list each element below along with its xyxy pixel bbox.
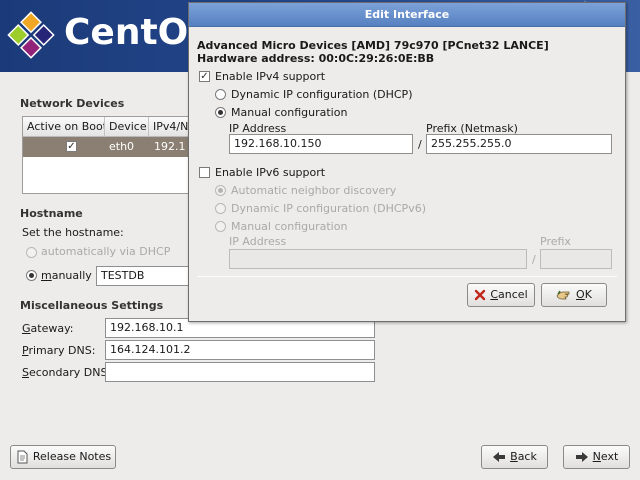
edit-interface-dialog: Edit Interface Advanced Micro Devices [A… bbox=[188, 2, 626, 322]
hostname-title: Hostname bbox=[20, 207, 83, 220]
dialog-title: Edit Interface bbox=[189, 3, 625, 27]
cancel-label: Cancel bbox=[490, 288, 528, 301]
table-row[interactable]: ✓ eth0 192.1 bbox=[23, 137, 191, 157]
enable-ipv6-label: Enable IPv6 support bbox=[215, 166, 326, 179]
ok-hand-icon bbox=[556, 290, 570, 300]
next-label: Next bbox=[592, 450, 619, 463]
cancel-button[interactable]: Cancel bbox=[467, 283, 535, 307]
ipv6-manual-radio[interactable] bbox=[215, 221, 226, 232]
next-button[interactable]: Next bbox=[563, 445, 630, 469]
ipv6-slash: / bbox=[532, 253, 536, 266]
ipv6-prefix-label: Prefix bbox=[540, 235, 571, 248]
ipv6-auto-label: Automatic neighbor discovery bbox=[231, 184, 397, 197]
document-icon bbox=[17, 450, 28, 464]
ipv6-auto-radio[interactable] bbox=[215, 185, 226, 196]
ipv4-dhcp-label: Dynamic IP configuration (DHCP) bbox=[231, 88, 413, 101]
ipv4-manual-radio[interactable] bbox=[215, 107, 226, 118]
gateway-label: Gateway: bbox=[22, 322, 74, 335]
ipv6-prefix-input[interactable] bbox=[540, 249, 612, 269]
ipv6-ip-input[interactable] bbox=[229, 249, 527, 269]
column-header-ipv4[interactable]: IPv4/N bbox=[149, 117, 191, 137]
enable-ipv4-checkbox[interactable]: ✓ bbox=[199, 71, 210, 82]
hostname-input[interactable]: TESTDB bbox=[96, 266, 192, 286]
primary-dns-input[interactable]: 164.124.101.2 bbox=[105, 340, 375, 360]
hardware-address: Hardware address: 00:0C:29:26:0E:BB bbox=[197, 52, 435, 65]
ipv6-dhcp-label: Dynamic IP configuration (DHCPv6) bbox=[231, 202, 426, 215]
ipv4-manual-label: Manual configuration bbox=[231, 106, 348, 119]
secondary-dns-input[interactable] bbox=[105, 362, 375, 382]
ipv6-dhcp-radio[interactable] bbox=[215, 203, 226, 214]
network-devices-table[interactable]: Active on Boot Device IPv4/N ✓ eth0 192.… bbox=[22, 116, 192, 194]
arrow-left-icon bbox=[493, 452, 506, 462]
column-header-active-on-boot[interactable]: Active on Boot bbox=[23, 117, 105, 137]
ok-label: OK bbox=[576, 288, 592, 301]
active-on-boot-checkbox[interactable]: ✓ bbox=[66, 141, 77, 152]
hostname-auto-label: automatically via DHCP bbox=[41, 245, 171, 258]
device-description: Advanced Micro Devices [AMD] 79c970 [PCn… bbox=[197, 39, 549, 52]
ipv4-prefix-input[interactable]: 255.255.255.0 bbox=[426, 134, 612, 154]
hostname-auto-radio[interactable] bbox=[26, 247, 37, 258]
primary-dns-label: Primary DNS: bbox=[22, 344, 96, 357]
table-header: Active on Boot Device IPv4/N bbox=[23, 117, 191, 137]
enable-ipv4-label: Enable IPv4 support bbox=[215, 70, 326, 83]
ipv4-cell: 192.1 bbox=[154, 140, 186, 153]
misc-settings-title: Miscellaneous Settings bbox=[20, 299, 164, 312]
network-devices-title: Network Devices bbox=[20, 97, 125, 110]
device-cell: eth0 bbox=[109, 140, 135, 153]
release-notes-button[interactable]: Release Notes bbox=[10, 445, 116, 469]
cancel-x-icon bbox=[475, 289, 486, 301]
ipv6-ip-label: IP Address bbox=[229, 235, 287, 248]
hostname-manual-radio[interactable] bbox=[26, 270, 37, 281]
back-button[interactable]: Back bbox=[481, 445, 548, 469]
ipv4-dhcp-radio[interactable] bbox=[215, 89, 226, 100]
release-notes-label: Release Notes bbox=[32, 450, 112, 463]
secondary-dns-label: Secondary DNS: bbox=[22, 366, 112, 379]
ipv4-slash: / bbox=[418, 138, 422, 151]
ipv4-ip-input[interactable]: 192.168.10.150 bbox=[229, 134, 413, 154]
column-header-device[interactable]: Device bbox=[105, 117, 149, 137]
set-hostname-label: Set the hostname: bbox=[22, 226, 124, 239]
hostname-manual-label: manually bbox=[41, 269, 92, 282]
ipv6-manual-label: Manual configuration bbox=[231, 220, 348, 233]
centos-logo-icon bbox=[7, 11, 55, 59]
enable-ipv6-checkbox[interactable] bbox=[199, 167, 210, 178]
ok-button[interactable]: OK bbox=[541, 283, 607, 307]
back-label: Back bbox=[510, 450, 537, 463]
arrow-right-icon bbox=[575, 452, 588, 462]
dialog-separator bbox=[197, 276, 617, 277]
